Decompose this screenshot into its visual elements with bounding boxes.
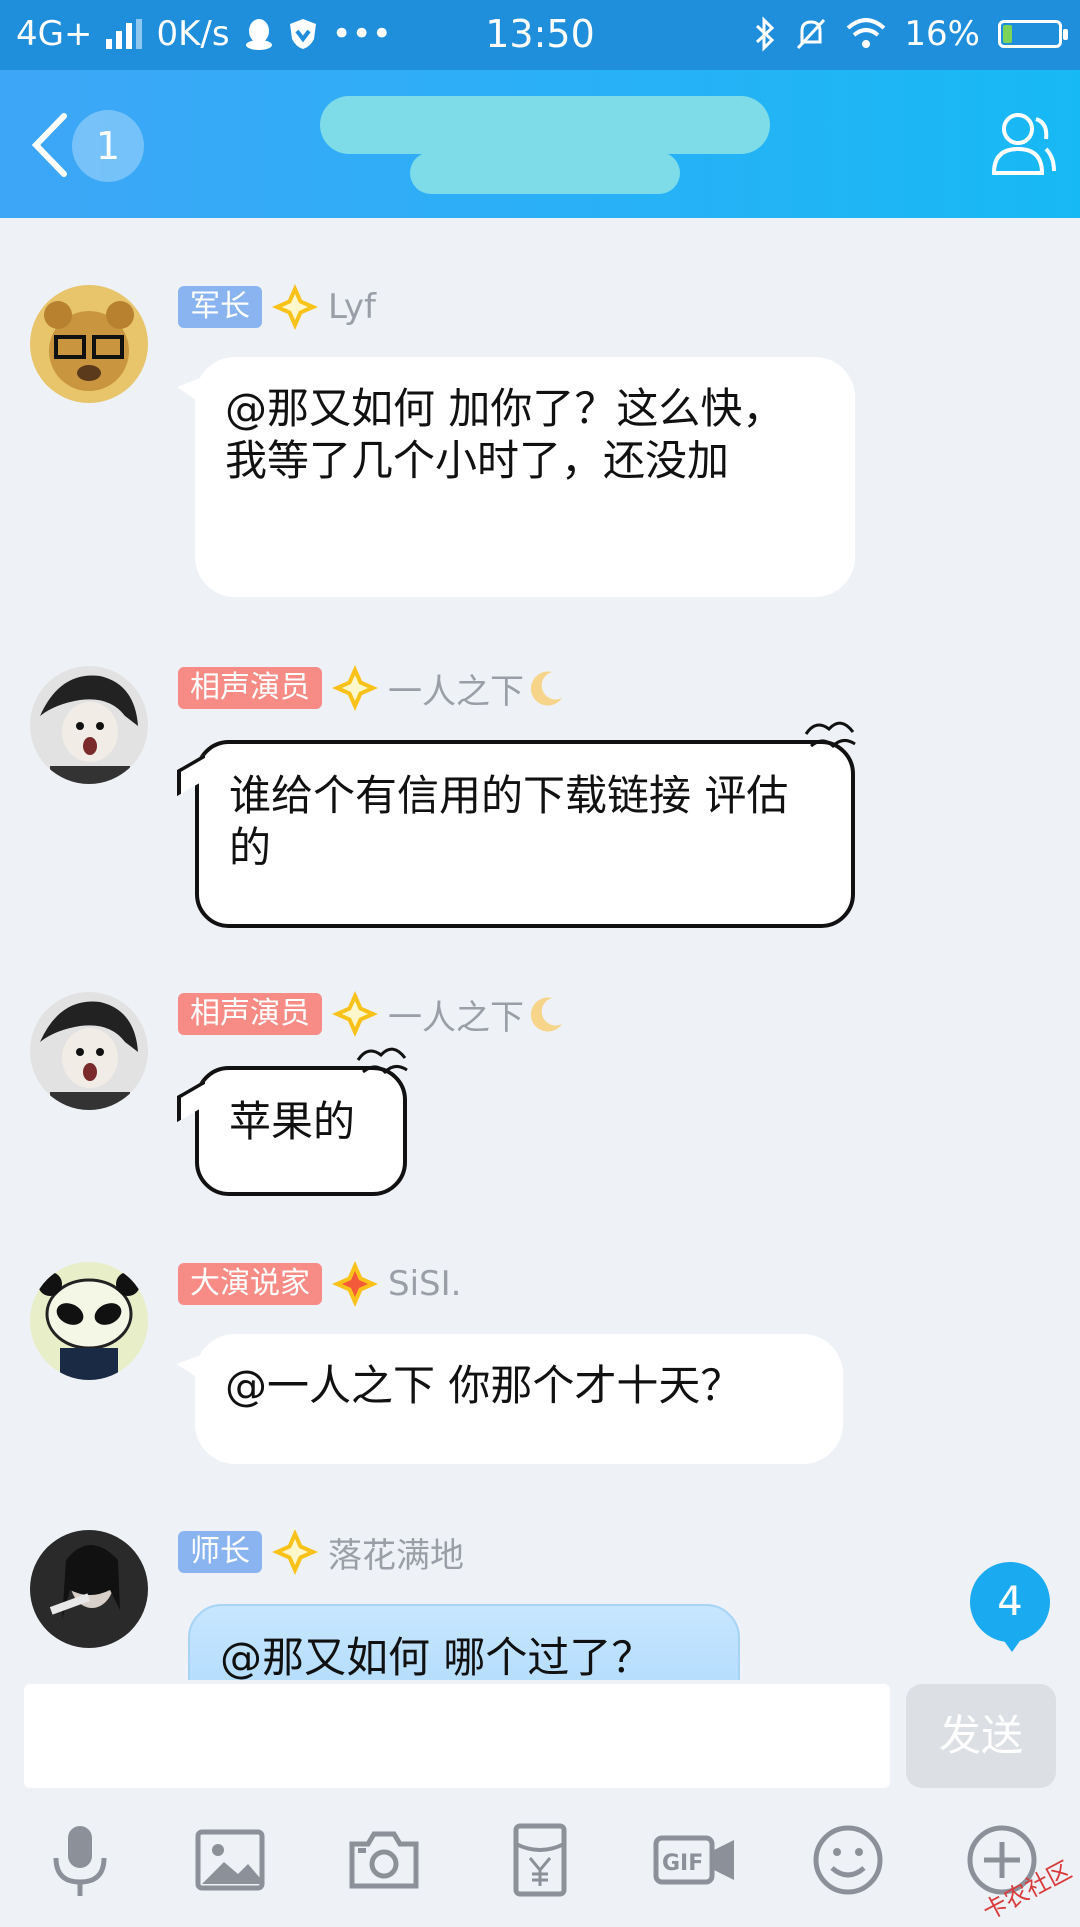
unread-count-badge[interactable]: 1 [72, 110, 144, 182]
bubble-decoration-icon [804, 721, 856, 749]
moon-icon [530, 671, 562, 706]
sender-meta: 师长 落花满地 [178, 1530, 464, 1576]
sender-name: 一人之下 [388, 671, 524, 712]
battery-icon [998, 20, 1068, 48]
avatar[interactable] [30, 1262, 148, 1380]
boy-avatar-icon [30, 992, 148, 1110]
status-bar: 4G+ 0K/s ••• 13:50 16% [0, 0, 1080, 70]
rank-badge: 相声演员 [178, 667, 322, 709]
sender-meta: 相声演员 一人之下 [178, 665, 566, 712]
woman-avatar-icon [30, 1530, 148, 1648]
sender-name: Lyf [328, 287, 376, 327]
send-button[interactable]: 发送 [906, 1684, 1056, 1788]
message-item: 相声演员 一人之下 谁给个有信用的下载链接 评估的 [0, 665, 1080, 936]
message-text: 苹果的 [229, 1097, 356, 1146]
sender-name: 一人之下 [388, 997, 524, 1038]
input-toolbar: GIF 卡农社区 [0, 1820, 1080, 1926]
group-members-icon[interactable] [976, 105, 1056, 185]
message-bubble[interactable]: 谁给个有信用的下载链接 评估的 [195, 721, 856, 928]
sender-meta: 军长 Lyf [178, 284, 376, 330]
message-item: 相声演员 一人之下 苹果的 [0, 991, 1080, 1202]
rank-badge: 军长 [178, 286, 262, 328]
input-bar: 发送 GIF 卡农社区 [0, 1680, 1080, 1926]
bubble-decoration-icon [356, 1047, 408, 1075]
star-icon [332, 1261, 378, 1307]
rank-badge: 师长 [178, 1531, 262, 1573]
avatar[interactable] [30, 666, 148, 784]
sender-meta: 大演说家 SiSI. [178, 1261, 462, 1307]
chat-header: 1 [0, 70, 1080, 218]
avatar[interactable] [30, 285, 148, 403]
redacted-title [320, 96, 770, 154]
message-bubble[interactable]: @一人之下 你那个才十天？ [177, 1334, 843, 1464]
message-bubble[interactable]: @那又如何 加你了？这么快，我等了几个小时了，还没加 [177, 357, 855, 597]
teddy-bear-avatar-icon [30, 285, 148, 403]
boy-avatar-icon [30, 666, 148, 784]
camera-icon[interactable] [344, 1820, 424, 1900]
message-text: @一人之下 你那个才十天？ [225, 1361, 743, 1410]
star-icon [332, 991, 378, 1037]
message-item: 大演说家 SiSI. @一人之下 你那个才十天？ [0, 1261, 1080, 1472]
star-icon [272, 284, 318, 330]
microphone-icon[interactable] [40, 1820, 120, 1900]
avatar[interactable] [30, 1530, 148, 1648]
bluetooth-icon [756, 16, 775, 52]
emoji-icon[interactable] [808, 1820, 888, 1900]
sender-meta: 相声演员 一人之下 [178, 991, 566, 1038]
rank-badge: 相声演员 [178, 993, 322, 1035]
redacted-title-secondary [410, 152, 680, 194]
sender-name: SiSI. [388, 1264, 462, 1304]
star-icon [332, 665, 378, 711]
message-item: 军长 Lyf @那又如何 加你了？这么快，我等了几个小时了，还没加 [0, 284, 1080, 615]
message-bubble[interactable]: 苹果的 [195, 1047, 408, 1196]
wifi-icon [847, 18, 886, 48]
battery-percent: 16% [904, 14, 980, 54]
red-packet-icon[interactable] [500, 1820, 580, 1900]
image-icon[interactable] [190, 1820, 270, 1900]
message-bubble[interactable]: @那又如何 哪个过了？ [188, 1604, 740, 1680]
svg-text:GIF: GIF [662, 1851, 703, 1876]
new-messages-badge[interactable]: 4 [970, 1562, 1050, 1652]
message-text: @那又如何 哪个过了？ [220, 1633, 654, 1680]
avatar[interactable] [30, 992, 148, 1110]
message-input[interactable] [24, 1684, 890, 1788]
star-icon [272, 1530, 318, 1575]
mute-icon [797, 18, 826, 50]
panda-avatar-icon [30, 1262, 148, 1380]
sender-name: 落花满地 [328, 1535, 464, 1576]
message-item: 师长 落花满地 @那又如何 哪个过了？ [0, 1530, 1080, 1680]
gif-icon[interactable]: GIF [652, 1820, 738, 1900]
message-text: @那又如何 加你了？这么快，我等了几个小时了，还没加 [225, 384, 785, 485]
message-text: 谁给个有信用的下载链接 评估的 [229, 771, 789, 872]
rank-badge: 大演说家 [178, 1263, 322, 1305]
moon-icon [530, 997, 562, 1032]
